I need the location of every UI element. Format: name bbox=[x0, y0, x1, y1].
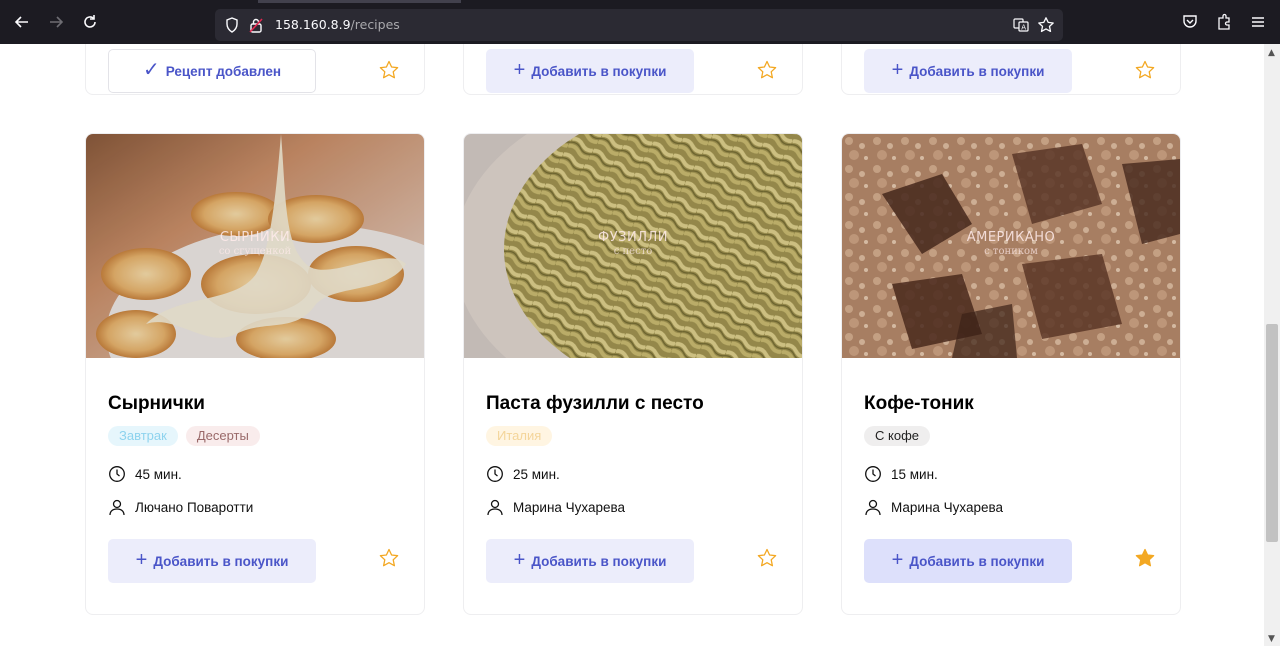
clock-icon bbox=[109, 466, 125, 482]
address-bar[interactable]: 158.160.8.9/recipes A bbox=[215, 9, 1063, 41]
recipe-card: + Добавить в покупки bbox=[841, 44, 1181, 95]
clock-icon bbox=[487, 466, 503, 482]
tag-desserts[interactable]: Десерты bbox=[185, 426, 260, 446]
tag-italy[interactable]: Италия bbox=[486, 426, 553, 446]
author-name[interactable]: Марина Чухарева bbox=[891, 500, 1003, 515]
extensions-icon[interactable] bbox=[1215, 13, 1233, 31]
reload-icon[interactable] bbox=[81, 13, 99, 31]
plus-icon: + bbox=[513, 549, 526, 571]
cook-time-value: 25 мин. bbox=[513, 466, 560, 482]
page-scrollbar[interactable]: ▲ ▼ bbox=[1264, 44, 1280, 646]
button-label: Добавить в покупки bbox=[909, 553, 1045, 569]
translate-icon[interactable]: A bbox=[1013, 17, 1029, 33]
star-icon[interactable] bbox=[756, 59, 778, 81]
plus-icon: + bbox=[135, 549, 148, 571]
image-subtitle: с тоником bbox=[984, 246, 1038, 257]
recipe-card: СЫРНИКИ со сгущенкой Сырнички Завтрак Де… bbox=[85, 133, 425, 615]
add-to-cart-button[interactable]: + Добавить в покупки bbox=[864, 49, 1072, 93]
image-caption: ФУЗИЛЛИ с песто bbox=[464, 230, 802, 257]
button-label: Добавить в покупки bbox=[531, 63, 667, 79]
lock-icon[interactable] bbox=[249, 17, 263, 33]
image-title: ФУЗИЛЛИ bbox=[598, 230, 668, 245]
url-path: /recipes bbox=[350, 17, 400, 32]
url-text: 158.160.8.9/recipes bbox=[275, 17, 400, 32]
user-icon bbox=[487, 499, 503, 516]
recipe-image[interactable]: СЫРНИКИ со сгущенкой bbox=[86, 134, 424, 358]
recipe-card: + Добавить в покупки bbox=[463, 44, 803, 95]
star-icon[interactable] bbox=[378, 59, 400, 81]
scroll-down-icon[interactable]: ▼ bbox=[1268, 634, 1275, 644]
recipes-page: ✓ Рецепт добавлен + Добавить в покупки +… bbox=[0, 44, 1264, 646]
cook-time: 25 мин. bbox=[486, 465, 560, 483]
recipe-card: ФУЗИЛЛИ с песто Паста фузилли с песто Ит… bbox=[463, 133, 803, 615]
arrow-left-icon[interactable] bbox=[13, 13, 31, 31]
image-title: АМЕРИКАНО bbox=[966, 230, 1056, 245]
recipe-tags: Завтрак Десерты bbox=[108, 426, 260, 446]
active-tab-edge[interactable] bbox=[258, 0, 461, 3]
recipe-card: АМЕРИКАНО с тоником Кофе-тоник С кофе 15… bbox=[841, 133, 1181, 615]
check-icon: ✓ bbox=[142, 59, 160, 81]
tag-coffee[interactable]: С кофе bbox=[864, 426, 930, 446]
star-icon-filled[interactable] bbox=[1134, 547, 1156, 569]
browser-toolbar: 158.160.8.9/recipes A bbox=[0, 0, 1280, 44]
cook-time: 45 мин. bbox=[108, 465, 182, 483]
button-label: Рецепт добавлен bbox=[165, 63, 282, 79]
user-icon bbox=[865, 499, 881, 516]
scroll-up-icon[interactable]: ▲ bbox=[1268, 48, 1275, 58]
add-to-cart-button[interactable]: + Добавить в покупки bbox=[864, 539, 1072, 583]
cook-time-value: 45 мин. bbox=[135, 466, 182, 482]
recipe-title[interactable]: Кофе-тоник bbox=[864, 393, 974, 415]
author-name[interactable]: Марина Чухарева bbox=[513, 500, 625, 515]
cook-time: 15 мин. bbox=[864, 465, 938, 483]
recipe-image[interactable]: ФУЗИЛЛИ с песто bbox=[464, 134, 802, 358]
add-to-cart-button[interactable]: + Добавить в покупки bbox=[108, 539, 316, 583]
author-name[interactable]: Лючано Поваротти bbox=[135, 500, 253, 515]
recipe-tags: С кофе bbox=[864, 426, 930, 446]
scrollbar-thumb[interactable] bbox=[1266, 324, 1278, 542]
image-subtitle: со сгущенкой bbox=[218, 246, 292, 257]
recipe-card: ✓ Рецепт добавлен bbox=[85, 44, 425, 95]
url-host: 158.160.8.9 bbox=[275, 17, 351, 32]
shield-icon[interactable] bbox=[225, 17, 239, 33]
image-subtitle: с песто bbox=[613, 246, 653, 257]
recipe-tags: Италия bbox=[486, 426, 553, 446]
recipe-author: Марина Чухарева bbox=[486, 498, 625, 516]
star-bookmark-icon[interactable] bbox=[1037, 16, 1055, 34]
recipe-title[interactable]: Сырнички bbox=[108, 393, 205, 415]
arrow-right-icon[interactable] bbox=[47, 13, 65, 31]
svg-text:A: A bbox=[1021, 24, 1026, 32]
add-to-cart-button[interactable]: + Добавить в покупки bbox=[486, 539, 694, 583]
plus-icon: + bbox=[513, 59, 526, 81]
clock-icon bbox=[865, 466, 881, 482]
plus-icon: + bbox=[891, 549, 904, 571]
image-title: СЫРНИКИ bbox=[219, 230, 291, 245]
add-to-cart-button[interactable]: + Добавить в покупки bbox=[486, 49, 694, 93]
image-caption: АМЕРИКАНО с тоником bbox=[842, 230, 1180, 257]
recipe-author: Марина Чухарева bbox=[864, 498, 1003, 516]
star-icon[interactable] bbox=[756, 547, 778, 569]
recipe-added-button[interactable]: ✓ Рецепт добавлен bbox=[108, 49, 316, 93]
recipe-author: Лючано Поваротти bbox=[108, 498, 253, 516]
cook-time-value: 15 мин. bbox=[891, 466, 938, 482]
star-icon[interactable] bbox=[378, 547, 400, 569]
tag-breakfast[interactable]: Завтрак bbox=[108, 426, 178, 446]
button-label: Добавить в покупки bbox=[909, 63, 1045, 79]
star-icon[interactable] bbox=[1134, 59, 1156, 81]
image-caption: СЫРНИКИ со сгущенкой bbox=[86, 230, 424, 257]
recipe-image[interactable]: АМЕРИКАНО с тоником bbox=[842, 134, 1180, 358]
button-label: Добавить в покупки bbox=[153, 553, 289, 569]
recipe-title[interactable]: Паста фузилли с песто bbox=[486, 393, 704, 415]
user-icon bbox=[109, 499, 125, 516]
pocket-icon[interactable] bbox=[1181, 13, 1199, 31]
hamburger-menu-icon[interactable] bbox=[1249, 13, 1267, 31]
button-label: Добавить в покупки bbox=[531, 553, 667, 569]
plus-icon: + bbox=[891, 59, 904, 81]
